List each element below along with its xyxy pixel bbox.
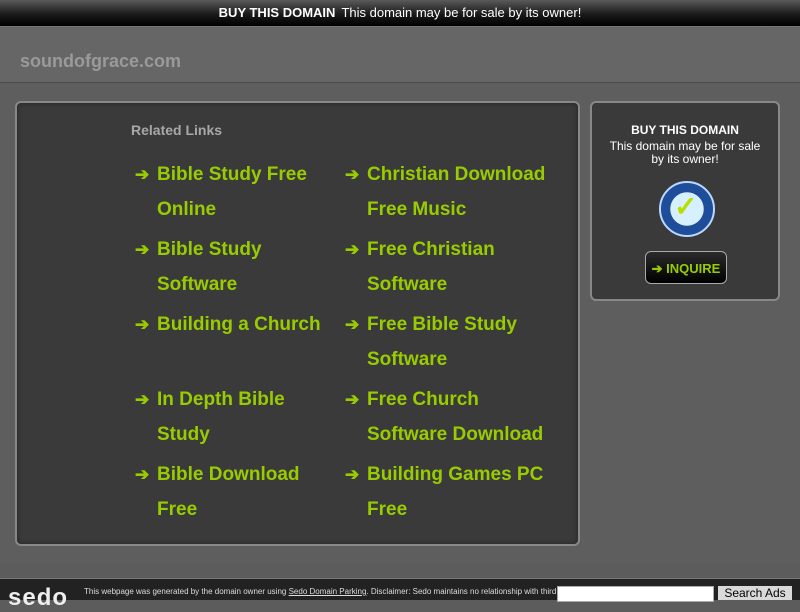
related-link[interactable]: ➔ Bible Study Free Online [135,157,357,227]
related-link[interactable]: ➔ Building Games PC Free [345,457,567,527]
related-links-panel: Related Links ➔ Bible Study Free Online … [15,101,580,546]
related-link-line: Software [157,274,238,295]
buy-domain-text: This domain may be for sale by its owner… [609,139,761,166]
checkmark-icon: ✓ [674,191,698,222]
sedo-buyer-protection-seal-icon: ✓ [659,181,715,237]
related-link-line: Study [157,424,210,445]
related-link-line: Building a Church [157,314,321,335]
related-link-line: Free [157,499,198,520]
related-link-line: Free Church [367,389,479,410]
site-header: soundofgrace.com [0,27,800,83]
related-link-line: Free Music [367,199,467,220]
related-link[interactable]: ➔ Free Church Software Download [345,382,567,452]
related-link-line: Software Download [367,424,544,445]
buy-domain-box: BUY THIS DOMAIN This domain may be for s… [590,101,780,301]
arrow-right-icon: ➔ [345,315,360,334]
arrow-right-icon: ➔ [345,165,360,184]
banner-buy-label: BUY THIS DOMAIN [218,5,336,20]
related-link-line: Free Christian [367,239,495,260]
inquire-label: INQUIRE [666,261,721,276]
related-link[interactable]: ➔ Free Bible Study Software [345,307,567,377]
inquire-button[interactable]: ➔ INQUIRE [645,251,727,284]
arrow-right-icon: ➔ [345,465,360,484]
disclaimer-pre: This webpage was generated by the domain… [84,587,287,596]
arrow-right-icon: ➔ [135,390,150,409]
related-link[interactable]: ➔ Christian Download Free Music [345,157,567,227]
related-link-line: Free [367,499,408,520]
search-ads-button[interactable]: Search Ads [718,586,792,600]
arrow-right-icon: ➔ [651,261,663,276]
related-link-line: Christian Download [367,164,546,185]
arrow-right-icon: ➔ [135,315,150,334]
related-link-line: In Depth Bible [157,389,285,410]
related-link-line: Online [157,199,217,220]
domain-sale-banner: BUY THIS DOMAIN This domain may be for sa… [0,0,800,27]
disclaimer-post: . Disclaimer: Sedo maintains no relation… [366,587,557,596]
site-name: soundofgrace.com [20,51,182,71]
buy-domain-title: BUY THIS DOMAIN [631,123,739,137]
disclaimer-text: This webpage was generated by the domain… [84,587,556,597]
related-link[interactable]: ➔ Bible Download Free [135,457,357,527]
sedo-logo: sedo [8,584,69,611]
footer: sedo This webpage was generated by the d… [0,578,800,611]
related-link[interactable]: ➔ Free Christian Software [345,232,567,302]
search-ads-input[interactable] [557,586,714,602]
main-content: Related Links ➔ Bible Study Free Online … [0,83,800,563]
arrow-right-icon: ➔ [135,240,150,259]
banner-sale-text: This domain may be for sale by its owner… [341,5,582,20]
arrow-right-icon: ➔ [345,390,360,409]
arrow-right-icon: ➔ [135,165,150,184]
related-link[interactable]: ➔ Building a Church [135,307,357,342]
related-link-line: Software [367,274,448,295]
arrow-right-icon: ➔ [135,465,150,484]
related-link[interactable]: ➔ Bible Study Software [135,232,357,302]
arrow-right-icon: ➔ [345,240,360,259]
related-link-line: Building Games PC [367,464,544,485]
related-link-line: Bible Study [157,239,262,260]
related-link-line: Software [367,349,448,370]
related-link-line: Bible Study Free [157,164,307,185]
related-link[interactable]: ➔ In Depth Bible Study [135,382,357,452]
related-link-line: Free Bible Study [367,314,517,335]
related-links-title: Related Links [131,122,223,138]
sedo-domain-parking-link[interactable]: Sedo Domain Parking [289,587,367,596]
related-link-line: Bible Download [157,464,300,485]
